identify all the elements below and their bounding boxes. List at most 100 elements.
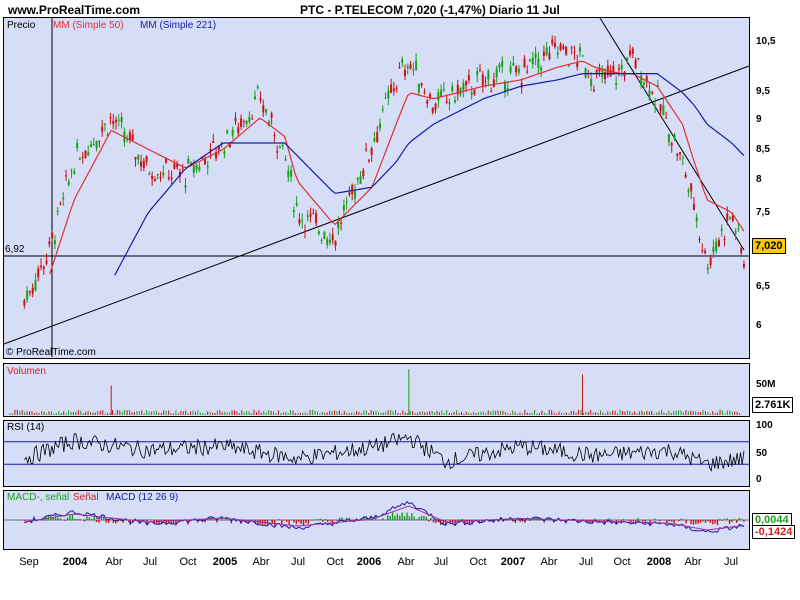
candle-body: [359, 176, 362, 184]
x-tick: Abr: [252, 556, 270, 568]
candle-body: [604, 71, 607, 80]
macd-line: [24, 500, 745, 533]
ma50-legend: MM (Simple 50): [53, 20, 124, 31]
candle-body: [309, 213, 312, 217]
candle-body: [529, 59, 532, 62]
candle-body: [715, 241, 718, 251]
candle-body: [620, 65, 623, 70]
support-level-label: 6,92: [5, 244, 25, 255]
candle-body: [306, 215, 309, 218]
candle-body: [315, 213, 318, 224]
candle-body: [465, 81, 468, 86]
candle-body: [684, 174, 687, 178]
candle-body: [612, 66, 615, 74]
candle-body: [554, 42, 557, 47]
ma221-legend: MM (Simple 221): [140, 20, 217, 31]
candle-body: [442, 88, 445, 90]
price-y-tick: 7,5: [756, 207, 770, 218]
candle-body: [642, 82, 645, 85]
candle-body: [76, 143, 79, 148]
candle-body: [426, 100, 429, 104]
candle-body: [490, 91, 493, 93]
candle-body: [467, 75, 470, 81]
macd-hist-label: MACD-, señal: [7, 492, 70, 503]
price-y-tick: 9,5: [756, 86, 770, 97]
candle-body: [153, 179, 156, 182]
candle-body: [717, 240, 720, 247]
candle-body: [240, 118, 243, 127]
candle-body: [87, 151, 90, 156]
x-tick: 2004: [62, 556, 88, 568]
candle-body: [137, 155, 140, 160]
candle-body: [498, 64, 501, 68]
ma221-line: [114, 73, 745, 276]
candle-body: [45, 260, 48, 264]
macd-signal-value: -0,1424: [752, 525, 796, 539]
candle-body: [548, 53, 551, 60]
candle-body: [109, 117, 112, 119]
candle-body: [634, 59, 637, 69]
candle-body: [484, 80, 487, 82]
candle-body: [701, 250, 704, 252]
candle-body: [103, 123, 106, 125]
candle-body: [409, 64, 412, 69]
candle-body: [415, 60, 418, 70]
candle-body: [348, 192, 351, 195]
candle-body: [570, 47, 573, 49]
candle-body: [378, 123, 381, 129]
candle-body: [298, 219, 301, 224]
candle-body: [545, 47, 548, 56]
candle-body: [534, 53, 537, 58]
candle-body: [270, 113, 273, 118]
candle-body: [287, 170, 290, 177]
candle-body: [101, 126, 104, 132]
last-price-box: 7,020: [752, 238, 786, 254]
candle-body: [312, 213, 315, 215]
candle-body: [284, 158, 287, 161]
candle-body: [84, 150, 87, 159]
candle-body: [81, 156, 84, 158]
x-tick: Oct: [613, 556, 631, 568]
candle-body: [565, 46, 568, 55]
candle-body: [65, 175, 68, 177]
candle-body: [292, 210, 295, 213]
candle-body: [59, 203, 62, 205]
candle-body: [556, 52, 559, 55]
candle-body: [626, 57, 629, 60]
candle-body: [90, 144, 93, 147]
candle-body: [367, 160, 370, 162]
candle-body: [509, 66, 512, 73]
candle-body: [592, 89, 595, 92]
candle-body: [301, 220, 304, 222]
candle-body: [273, 134, 276, 136]
volume-y-tick: 50M: [756, 379, 776, 390]
candle-body: [695, 217, 698, 222]
candle-body: [573, 51, 576, 53]
candle-body: [112, 120, 115, 125]
candle-body: [512, 63, 515, 66]
candle-body: [470, 92, 473, 95]
candle-body: [151, 175, 154, 180]
candle-body: [473, 89, 476, 95]
candle-body: [551, 39, 554, 44]
candle-body: [203, 159, 206, 165]
price-y-tick: 8,5: [756, 144, 770, 155]
x-tick: Sep: [19, 556, 39, 568]
candle-body: [559, 44, 562, 51]
candle-body: [395, 87, 398, 89]
candle-body: [26, 290, 29, 300]
volume-series-layer: [9, 369, 741, 415]
watermark: © ProRealTime.com: [6, 347, 96, 358]
candle-body: [723, 238, 726, 240]
x-tick: 2005: [212, 556, 238, 568]
candle-body: [120, 117, 123, 123]
macd-signal-label: Señal: [73, 492, 99, 503]
x-tick: 2007: [500, 556, 526, 568]
candle-body: [698, 239, 701, 241]
candle-body: [517, 68, 520, 73]
candle-body: [373, 138, 376, 142]
candle-body: [412, 69, 415, 71]
candle-body: [262, 105, 265, 113]
candle-body: [162, 172, 165, 176]
x-tick: 2006: [356, 556, 382, 568]
